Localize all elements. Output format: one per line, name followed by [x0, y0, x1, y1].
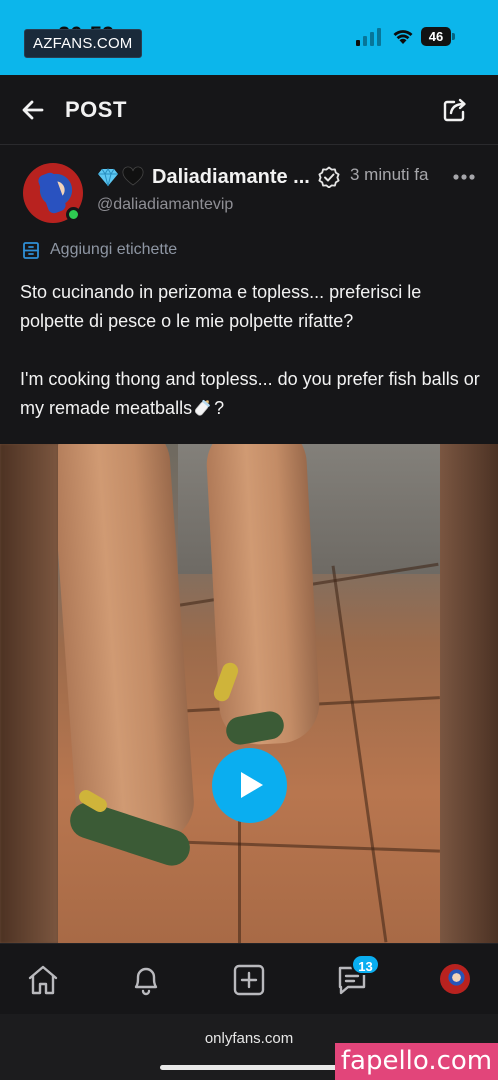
caption-english-line: I'm cooking thong and topless... do you … — [20, 365, 482, 423]
post-timestamp: 3 minuti fa — [350, 165, 429, 184]
home-icon[interactable] — [26, 963, 60, 997]
post-header: POST — [0, 75, 498, 145]
profile-avatar[interactable] — [440, 964, 470, 994]
battery-level: 46 — [421, 27, 451, 46]
add-icon[interactable] — [232, 963, 266, 997]
cellular-signal-icon — [356, 28, 381, 46]
add-tags-label: Aggiungi etichette — [50, 241, 178, 258]
post-details: Daliadiamante ... 3 minuti fa @daliadiam… — [0, 146, 498, 444]
author-name-line[interactable]: Daliadiamante ... — [97, 164, 319, 190]
play-button[interactable] — [212, 748, 287, 823]
battery-tip — [452, 33, 455, 40]
share-icon[interactable] — [441, 96, 469, 124]
gem-icon — [98, 168, 118, 187]
add-tags-button[interactable]: Aggiungi etichette — [22, 241, 177, 259]
video-blur-right — [440, 444, 498, 943]
post-caption: Sto cucinando in perizoma e topless... p… — [20, 278, 482, 423]
bottom-navigation: 13 — [0, 943, 498, 1014]
wifi-icon — [393, 30, 413, 44]
home-indicator — [160, 1065, 338, 1070]
tag-icon — [23, 242, 39, 259]
verified-icon — [318, 166, 340, 188]
battery-indicator: 46 — [421, 27, 455, 46]
baby-bottle-icon — [195, 399, 210, 416]
black-heart-icon — [122, 166, 144, 186]
watermark-badge: AZFANS.COM — [24, 29, 142, 58]
caption-english-end: ? — [214, 398, 225, 418]
bell-icon[interactable] — [129, 963, 163, 997]
play-icon — [241, 772, 263, 798]
author-handle[interactable]: @daliadiamantevip — [97, 196, 233, 214]
page-title: POST — [65, 97, 127, 122]
author-display-name[interactable]: Daliadiamante ... — [152, 166, 310, 189]
post-video[interactable] — [0, 444, 498, 943]
video-leg-left — [58, 444, 197, 848]
video-frame — [58, 444, 440, 943]
video-blur-left — [0, 444, 58, 943]
online-status-dot — [66, 207, 81, 222]
status-bar: 20:59 AZFANS.COM 46 — [0, 0, 498, 75]
more-icon[interactable] — [453, 174, 475, 180]
messages-badge: 13 — [351, 954, 380, 975]
back-arrow-icon[interactable] — [20, 97, 46, 123]
caption-italian: Sto cucinando in perizoma e topless... p… — [20, 282, 422, 331]
watermark-fapello: fapello.com — [335, 1043, 498, 1080]
caption-english: I'm cooking thong and topless... do you … — [20, 369, 480, 418]
